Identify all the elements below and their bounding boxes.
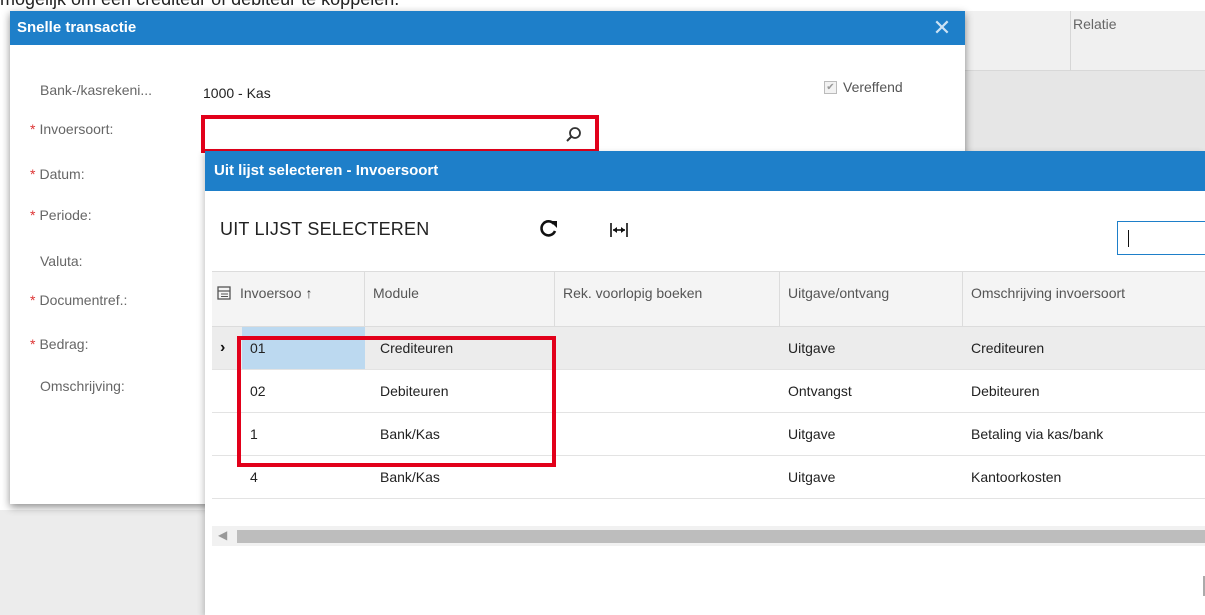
column-header-code-label: Invoersoo [240, 285, 302, 301]
table-row[interactable]: 1 Bank/Kas Uitgave Betaling via kas/bank [212, 413, 1205, 456]
description-label-text: Omschrijving: [40, 378, 125, 394]
cell-description: Debiteuren [971, 383, 1040, 399]
dialog-header: Snelle transactie ✕ [10, 11, 965, 45]
grid-header: Invoersoo ↑ Module Rek. voorlopig boeken … [212, 271, 1205, 328]
cell-description: Kantoorkosten [971, 469, 1062, 485]
entry-type-input-wrapper[interactable] [201, 115, 599, 153]
amount-label: * Bedrag: [30, 336, 89, 352]
cell-provisional [562, 327, 570, 369]
document-ref-label: * Documentref.: [30, 292, 127, 308]
row-pointer-icon: › [220, 339, 226, 356]
filter-input[interactable] [1118, 222, 1205, 254]
text-cursor [1128, 230, 1129, 247]
dialog-title: Snelle transactie [17, 19, 137, 36]
cell-code[interactable]: 1 [242, 413, 258, 455]
entry-type-label-text: Invoersoort: [39, 121, 114, 137]
select-from-list-button[interactable]: UIT LIJST SELECTEREN [220, 219, 429, 240]
table-row[interactable]: 4 Bank/Kas Uitgave Kantoorkosten [212, 456, 1205, 499]
cell-module: Bank/Kas [380, 469, 440, 485]
cell-module: Debiteuren [380, 383, 449, 399]
table-row[interactable]: › 01 Crediteuren Uitgave Crediteuren [212, 327, 1205, 370]
lookup-header: Uit lijst selecteren - Invoersoort [205, 151, 1205, 191]
cell-provisional [562, 456, 570, 498]
cell-provisional [562, 413, 570, 455]
cell-direction: Uitgave [788, 340, 836, 356]
lookup-panel: Uit lijst selecteren - Invoersoort UIT L… [205, 151, 1205, 615]
required-marker: * [30, 336, 36, 352]
close-icon[interactable]: ✕ [930, 17, 954, 41]
cell-description: Crediteuren [971, 340, 1045, 356]
background-overlay-strip [965, 71, 1205, 151]
cell-code[interactable]: 01 [242, 327, 365, 369]
cell-module: Crediteuren [380, 340, 454, 356]
search-icon[interactable] [565, 126, 583, 144]
required-marker: * [30, 166, 36, 182]
filter-input-wrapper[interactable] [1117, 221, 1205, 255]
entry-type-label: * Invoersoort: [30, 121, 113, 137]
currency-label: Valuta: [30, 253, 83, 269]
settled-checkbox-label: Vereffend [843, 79, 903, 95]
amount-label-text: Bedrag: [39, 336, 89, 352]
lookup-title: Uit lijst selecteren - Invoersoort [214, 162, 439, 179]
column-header-description[interactable]: Omschrijving invoersoort [963, 272, 1205, 328]
document-ref-label-text: Documentref.: [39, 292, 128, 308]
column-header-provisional[interactable]: Rek. voorlopig boeken [555, 272, 780, 328]
cell-code[interactable]: 4 [242, 456, 258, 498]
required-marker: * [30, 292, 36, 308]
sort-ascending-icon: ↑ [305, 285, 313, 301]
background-overlay-lower [0, 510, 205, 615]
background-column-relatie: Relatie [1073, 16, 1117, 32]
fit-columns-icon[interactable] [609, 220, 629, 240]
bank-account-label: Bank-/kasrekeni... [30, 82, 152, 98]
bank-account-label-text: Bank-/kasrekeni... [40, 82, 153, 98]
cell-module: Bank/Kas [380, 426, 440, 442]
table-row[interactable]: 02 Debiteuren Ontvangst Debiteuren [212, 370, 1205, 413]
background-column-divider [1070, 11, 1071, 71]
settled-checkbox[interactable]: ✔ [824, 80, 837, 94]
entry-type-input[interactable] [205, 119, 595, 149]
column-header-code[interactable]: Invoersoo ↑ [212, 272, 365, 328]
cell-code[interactable]: 02 [242, 370, 266, 412]
cell-description: Betaling via kas/bank [971, 426, 1104, 442]
scroll-left-icon[interactable]: ◀ [218, 528, 227, 542]
date-label-text: Datum: [39, 166, 85, 182]
date-label: * Datum: [30, 166, 85, 182]
cell-direction: Ontvangst [788, 383, 852, 399]
period-label-text: Periode: [39, 207, 92, 223]
period-label: * Periode: [30, 207, 92, 223]
document-intro-text: mogelijk om een crediteur of debiteur te… [0, 0, 1205, 11]
horizontal-scrollbar[interactable]: ◀ [212, 526, 1205, 546]
bank-account-value: 1000 - Kas [203, 85, 271, 101]
description-label: Omschrijving: [30, 378, 125, 394]
required-marker: * [30, 121, 36, 137]
column-chooser-icon[interactable] [216, 285, 232, 301]
required-marker: * [30, 207, 36, 223]
cell-direction: Uitgave [788, 469, 836, 485]
currency-label-text: Valuta: [40, 253, 83, 269]
settled-checkbox-group[interactable]: ✔ Vereffend [824, 79, 903, 95]
column-header-direction[interactable]: Uitgave/ontvang [780, 272, 963, 328]
refresh-icon[interactable] [537, 218, 559, 240]
scrollbar-thumb[interactable] [237, 530, 1205, 543]
cell-direction: Uitgave [788, 426, 836, 442]
cell-provisional [562, 370, 570, 412]
background-grid-header: Relatie [965, 11, 1205, 71]
column-header-module[interactable]: Module [365, 272, 555, 328]
